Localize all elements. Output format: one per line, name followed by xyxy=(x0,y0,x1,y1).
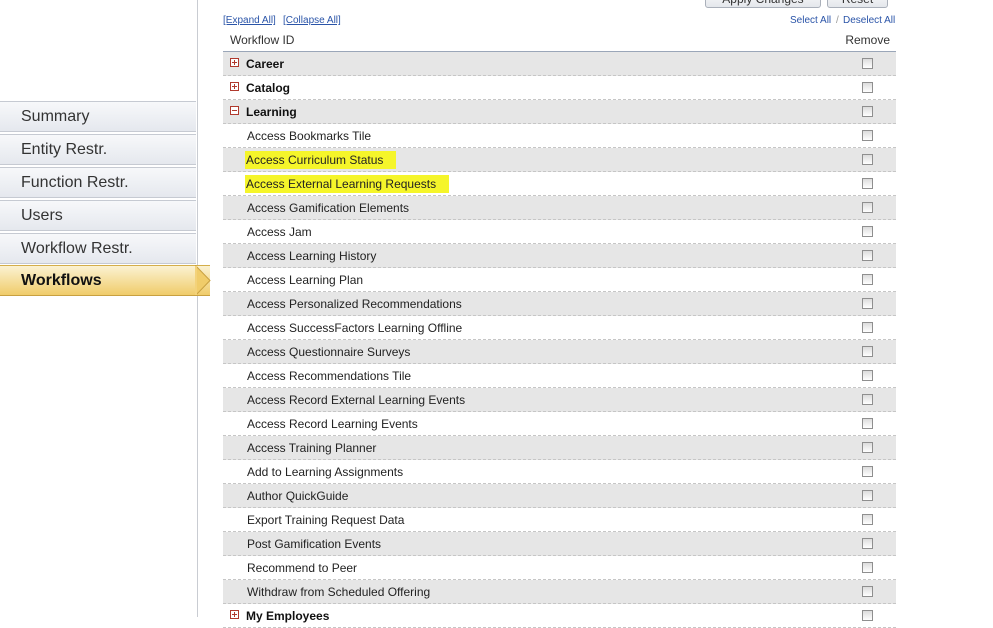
table-row: Add to Learning Assignments xyxy=(223,460,896,484)
workflow-label: Access Questionnaire Surveys xyxy=(247,345,411,359)
workflow-label: Access Record External Learning Events xyxy=(247,393,466,407)
remove-checkbox[interactable] xyxy=(862,250,873,261)
sidebar-nav: Summary Entity Restr. Function Restr. Us… xyxy=(0,0,211,617)
remove-checkbox[interactable] xyxy=(862,370,873,381)
table-header: Workflow ID Remove xyxy=(223,31,896,52)
remove-checkbox[interactable] xyxy=(862,610,873,621)
reset-button[interactable]: Reset xyxy=(827,0,888,8)
expand-all-link[interactable]: [Expand All] xyxy=(223,15,276,26)
active-arrow-icon xyxy=(195,265,211,296)
remove-checkbox[interactable] xyxy=(862,130,873,141)
workflow-label: Access Recommendations Tile xyxy=(247,369,412,383)
workflow-label: Access Jam xyxy=(247,225,312,239)
expand-icon[interactable] xyxy=(230,610,239,619)
workflow-label: Export Training Request Data xyxy=(247,513,405,527)
table-row: Post Gamification Events xyxy=(223,532,896,556)
table-row: Access Training Planner xyxy=(223,436,896,460)
remove-checkbox[interactable] xyxy=(862,322,873,333)
workflow-label: Access Learning Plan xyxy=(247,273,364,287)
workflow-label: Access SuccessFactors Learning Offline xyxy=(247,321,463,335)
group-row: Career xyxy=(223,52,896,76)
workflow-label: Access Personalized Recommendations xyxy=(247,297,462,311)
table-row: Access Gamification Elements xyxy=(223,196,896,220)
table-row: Access Record Learning Events xyxy=(223,412,896,436)
table-row: Access Bookmarks Tile xyxy=(223,124,896,148)
workflow-label: Add to Learning Assignments xyxy=(247,465,404,479)
remove-checkbox[interactable] xyxy=(862,82,873,93)
workflow-label: Access Record Learning Events xyxy=(247,417,418,431)
table-body: Career Catalog Learning Access Bookmarks Ti… xyxy=(223,52,896,628)
group-label[interactable]: My Employees xyxy=(246,609,329,623)
remove-checkbox[interactable] xyxy=(862,466,873,477)
deselect-all-link[interactable]: Deselect All xyxy=(843,15,895,26)
workflow-label: Author QuickGuide xyxy=(247,489,349,503)
workflow-label: Recommend to Peer xyxy=(247,561,358,575)
column-header-workflow-id: Workflow ID xyxy=(230,33,295,47)
remove-checkbox[interactable] xyxy=(862,346,873,357)
remove-checkbox[interactable] xyxy=(862,58,873,69)
table-row: Access Questionnaire Surveys xyxy=(223,340,896,364)
collapse-all-link[interactable]: [Collapse All] xyxy=(283,15,341,26)
workflow-label: Access Bookmarks Tile xyxy=(247,129,372,143)
remove-checkbox[interactable] xyxy=(862,586,873,597)
table-row: Access Curriculum Status xyxy=(223,148,896,172)
link-separator: / xyxy=(836,15,839,26)
workflow-label: Access Gamification Elements xyxy=(247,201,410,215)
select-all-link[interactable]: Select All xyxy=(790,15,831,26)
sidebar-item-users[interactable]: Users xyxy=(0,200,196,231)
workflow-label: Access Curriculum Status xyxy=(245,151,397,169)
table-row: Access Jam xyxy=(223,220,896,244)
remove-checkbox[interactable] xyxy=(862,154,873,165)
table-row: Access SuccessFactors Learning Offline xyxy=(223,316,896,340)
workflow-label: Access Learning History xyxy=(247,249,377,263)
remove-checkbox[interactable] xyxy=(862,538,873,549)
sidebar-item-label: Workflows xyxy=(21,272,102,289)
sidebar-item-workflows[interactable]: Workflows xyxy=(0,265,210,296)
remove-checkbox[interactable] xyxy=(862,442,873,453)
group-label[interactable]: Learning xyxy=(246,105,297,119)
table-row: Recommend to Peer xyxy=(223,556,896,580)
workflow-table: Workflow ID Remove Career Catalog Learning… xyxy=(223,31,896,628)
remove-checkbox[interactable] xyxy=(862,490,873,501)
table-row: Access Learning Plan xyxy=(223,268,896,292)
table-row: Access Personalized Recommendations xyxy=(223,292,896,316)
remove-checkbox[interactable] xyxy=(862,226,873,237)
remove-checkbox[interactable] xyxy=(862,274,873,285)
sidebar-item-workflow-restr[interactable]: Workflow Restr. xyxy=(0,233,196,264)
collapse-icon[interactable] xyxy=(230,106,239,115)
remove-checkbox[interactable] xyxy=(862,394,873,405)
remove-checkbox[interactable] xyxy=(862,418,873,429)
group-row: Catalog xyxy=(223,76,896,100)
group-label[interactable]: Career xyxy=(246,57,284,71)
remove-checkbox[interactable] xyxy=(862,202,873,213)
apply-changes-button[interactable]: Apply Changes xyxy=(705,0,821,8)
sidebar-item-function-restr[interactable]: Function Restr. xyxy=(0,167,196,198)
workflow-label: Post Gamification Events xyxy=(247,537,382,551)
table-row: Access Recommendations Tile xyxy=(223,364,896,388)
workflow-label: Withdraw from Scheduled Offering xyxy=(247,585,431,599)
remove-checkbox[interactable] xyxy=(862,514,873,525)
remove-checkbox[interactable] xyxy=(862,562,873,573)
workflow-label: Access Training Planner xyxy=(247,441,377,455)
remove-checkbox[interactable] xyxy=(862,178,873,189)
group-row: Learning xyxy=(223,100,896,124)
group-label[interactable]: Catalog xyxy=(246,81,290,95)
group-row: My Employees xyxy=(223,604,896,628)
workflow-label: Access External Learning Requests xyxy=(245,175,450,193)
table-row: Access External Learning Requests xyxy=(223,172,896,196)
table-row: Author QuickGuide xyxy=(223,484,896,508)
table-row: Export Training Request Data xyxy=(223,508,896,532)
column-header-remove: Remove xyxy=(845,33,890,47)
table-row: Access Record External Learning Events xyxy=(223,388,896,412)
expand-icon[interactable] xyxy=(230,82,239,91)
sidebar-item-summary[interactable]: Summary xyxy=(0,101,196,132)
table-row: Access Learning History xyxy=(223,244,896,268)
remove-checkbox[interactable] xyxy=(862,298,873,309)
table-row: Withdraw from Scheduled Offering xyxy=(223,580,896,604)
expand-icon[interactable] xyxy=(230,58,239,67)
sidebar-item-entity-restr[interactable]: Entity Restr. xyxy=(0,134,196,165)
remove-checkbox[interactable] xyxy=(862,106,873,117)
